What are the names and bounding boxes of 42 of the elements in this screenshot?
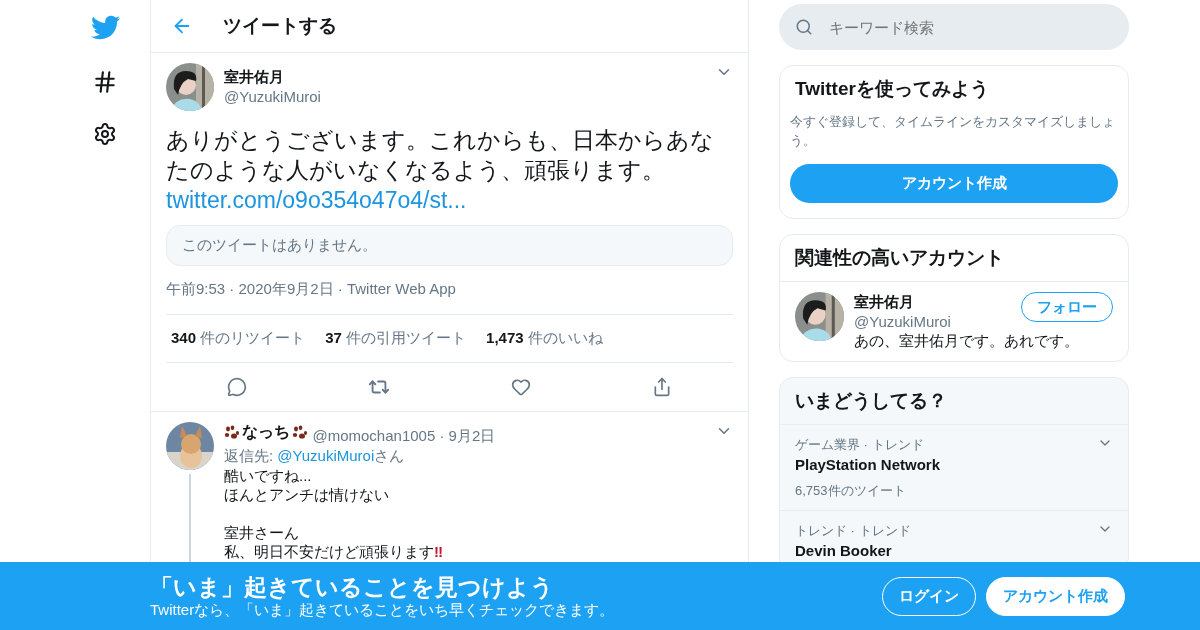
- account-name: 室井佑月: [854, 292, 915, 312]
- mention-link[interactable]: @YuzukiMuroi: [277, 446, 375, 464]
- reply-icon[interactable]: [226, 377, 247, 397]
- stat-link[interactable]: 37 件の引用ツイート: [325, 329, 467, 348]
- hash-icon[interactable]: [92, 69, 118, 95]
- stat-link[interactable]: 340 件のリツイート: [171, 329, 306, 348]
- card-title: いまどうしてる？: [794, 389, 948, 413]
- trend-name[interactable]: PlayStation Network: [795, 455, 941, 475]
- reply-to-text: 返信先: @YuzukiMuroiさん: [224, 446, 405, 464]
- card-text: 今すぐ登録して、タイムラインをカスタマイズしましょう。: [790, 113, 1116, 150]
- reply-author-name: なっち: [242, 422, 290, 443]
- tweet-link[interactable]: twitter.com/o9o354o47o4/st...: [166, 185, 467, 215]
- account-handle: @YuzukiMuroi: [854, 312, 952, 332]
- paw-icon: [292, 424, 308, 441]
- stat-link[interactable]: 1,473 件のいいね: [486, 329, 603, 348]
- author-name: 室井佑月: [224, 67, 285, 87]
- reply-meta: @momochan1005 · 9月2日: [312, 426, 496, 444]
- trend-count: 6,753件のツイート: [795, 482, 907, 500]
- quote-notice: このツイートはありません。: [166, 225, 733, 266]
- account-bio: あの、室井佑月です。あれです。: [854, 332, 1080, 351]
- reply-text: 室井さーん 私、明日不安だけど頑張ります‼: [224, 522, 445, 561]
- tweet-text: ありがとうございます。これからも、日本からあなたのような人がいなくなるよう、頑張ります。: [166, 126, 715, 185]
- signup-button[interactable]: アカウント作成: [986, 576, 1125, 616]
- banner-subtitle: Twitterなら、「いま」起きていることをいち早くチェックできます。: [150, 600, 615, 620]
- bird-icon[interactable]: [90, 13, 120, 42]
- search-field[interactable]: キーワード検索: [779, 4, 1129, 50]
- signup-button[interactable]: アカウント作成: [790, 164, 1118, 203]
- tweet-meta: 午前9:53 · 2020年9月2日 · Twitter Web App: [166, 280, 456, 297]
- paw-icon: [224, 424, 240, 441]
- author-handle: @YuzukiMuroi: [224, 87, 322, 107]
- trend-name[interactable]: Devin Booker: [795, 541, 911, 561]
- card-title: 関連性の高いアカウント: [794, 246, 1005, 270]
- trend-context: トレンド · トレンド: [795, 522, 911, 540]
- share-icon[interactable]: [652, 377, 673, 397]
- heart-icon[interactable]: [511, 377, 532, 397]
- settings-icon[interactable]: [93, 122, 117, 146]
- follow-button[interactable]: フォロー: [1021, 292, 1113, 322]
- trend-context: ゲーム業界 · トレンド: [795, 436, 925, 454]
- card-title: Twitterを使ってみよう: [794, 77, 990, 101]
- banner-title: 「いま」起きていることを見つけよう: [150, 572, 555, 601]
- reply-text: 酷いですね... ほんとアンチは情けない: [224, 465, 390, 504]
- page-title: ツイートする: [223, 14, 337, 38]
